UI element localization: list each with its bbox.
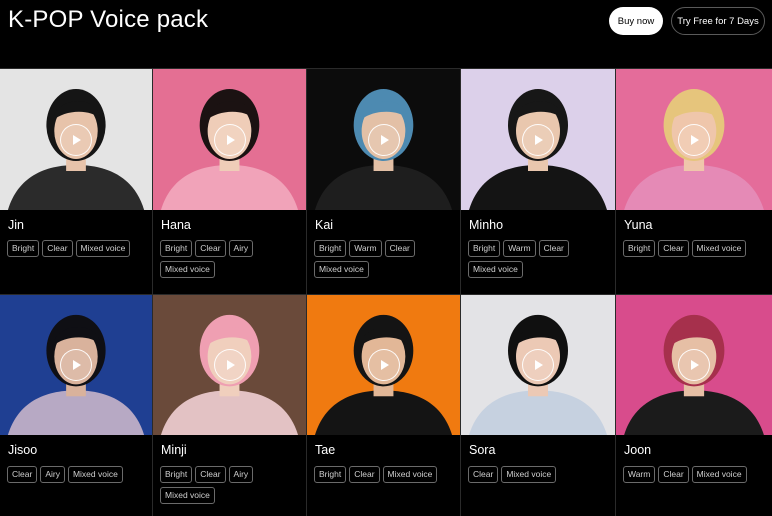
voice-tag: Clear: [42, 240, 73, 257]
voice-photo[interactable]: [307, 69, 460, 210]
voice-tags: Bright Warm Clear Mixed voice: [314, 240, 456, 278]
voice-tag: Bright: [7, 240, 40, 257]
voice-photo[interactable]: [616, 295, 772, 435]
voice-tag: Clear: [195, 240, 226, 257]
voice-tags: Bright Clear Airy Mixed voice: [160, 240, 302, 278]
voice-tag: Clear: [658, 240, 689, 257]
voice-tag: Bright: [314, 466, 347, 483]
voice-tag: Mixed voice: [468, 261, 523, 278]
voice-name: Hana: [161, 218, 191, 232]
voice-tags: Bright Clear Mixed voice: [314, 466, 456, 483]
voice-tags: Clear Airy Mixed voice: [7, 466, 148, 483]
voice-tag: Mixed voice: [67, 466, 123, 483]
voice-tag: Mixed voice: [382, 466, 438, 483]
voice-tag: Warm: [349, 240, 382, 257]
voice-tag: Warm: [503, 240, 536, 257]
voice-card[interactable]: Minho Bright Warm Clear Mixed voice: [461, 69, 616, 295]
voice-card[interactable]: Hana Bright Clear Airy Mixed voice: [153, 69, 307, 295]
play-icon[interactable]: [213, 349, 246, 381]
voice-tags: Warm Clear Mixed voice: [623, 466, 768, 483]
voice-name: Minji: [161, 443, 187, 457]
play-icon[interactable]: [367, 349, 400, 381]
voice-photo[interactable]: [153, 69, 306, 210]
voice-photo[interactable]: [616, 69, 772, 210]
voice-card[interactable]: Kai Bright Warm Clear Mixed voice: [307, 69, 461, 295]
play-icon[interactable]: [522, 123, 554, 156]
voice-tag: Airy: [40, 466, 65, 483]
play-icon[interactable]: [522, 349, 554, 381]
voice-tags: Clear Mixed voice: [468, 466, 611, 483]
voice-tag: Bright: [314, 240, 347, 257]
voice-name: Minho: [469, 218, 504, 232]
play-icon[interactable]: [367, 123, 400, 156]
voice-tag: Clear: [349, 466, 380, 483]
voice-name: Joon: [624, 443, 652, 457]
voice-card[interactable]: Yuna Bright Clear Mixed voice: [616, 69, 772, 295]
voice-tag: Airy: [228, 240, 254, 257]
voice-tags: Bright Clear Airy Mixed voice: [160, 466, 302, 504]
voice-tag: Airy: [228, 466, 254, 483]
voice-tag: Mixed voice: [75, 240, 131, 257]
voice-name: Yuna: [624, 218, 653, 232]
header: K-POP Voice pack Buy now Try Free for 7 …: [0, 0, 772, 68]
voice-photo[interactable]: [307, 295, 460, 435]
voice-tag: Mixed voice: [691, 466, 747, 483]
voice-tag: Warm: [623, 466, 656, 483]
voice-tag: Mixed voice: [160, 261, 215, 278]
voice-photo[interactable]: [0, 295, 152, 435]
voice-card[interactable]: Joon Warm Clear Mixed voice: [616, 295, 772, 516]
page-title: K-POP Voice pack: [8, 6, 209, 33]
voice-tag: Clear: [7, 466, 38, 483]
voice-name: Jin: [8, 218, 24, 232]
voice-photo[interactable]: [153, 295, 306, 435]
voice-name: Kai: [315, 218, 334, 232]
voice-tag: Bright: [160, 240, 193, 257]
free-trial-button[interactable]: Try Free for 7 Days: [671, 7, 765, 35]
voice-tag: Clear: [658, 466, 689, 483]
buy-now-button[interactable]: Buy now: [609, 7, 663, 35]
voice-tag: Clear: [538, 240, 569, 257]
play-icon[interactable]: [60, 123, 92, 156]
voice-photo[interactable]: [0, 69, 152, 210]
voice-tag: Mixed voice: [160, 487, 215, 504]
play-icon[interactable]: [678, 349, 710, 381]
voice-card[interactable]: Jisoo Clear Airy Mixed voice: [0, 295, 153, 516]
play-icon[interactable]: [60, 349, 92, 381]
voice-tags: Bright Clear Mixed voice: [7, 240, 148, 257]
voice-name: Jisoo: [8, 443, 38, 457]
voice-card[interactable]: Tae Bright Clear Mixed voice: [307, 295, 461, 516]
voice-name: Tae: [315, 443, 336, 457]
play-icon[interactable]: [678, 123, 710, 156]
voice-tags: Bright Warm Clear Mixed voice: [468, 240, 611, 278]
voice-tag: Mixed voice: [691, 240, 747, 257]
voice-tag: Bright: [623, 240, 656, 257]
voice-tag: Clear: [468, 466, 499, 483]
voice-tag: Clear: [384, 240, 415, 257]
voice-card[interactable]: Jin Bright Clear Mixed voice: [0, 69, 153, 295]
voice-tag: Mixed voice: [501, 466, 557, 483]
voice-card[interactable]: Sora Clear Mixed voice: [461, 295, 616, 516]
voice-name: Sora: [469, 443, 496, 457]
play-icon[interactable]: [213, 123, 246, 156]
voice-tag: Clear: [195, 466, 226, 483]
voice-tag: Bright: [160, 466, 193, 483]
voice-photo[interactable]: [461, 69, 615, 210]
voice-tag: Bright: [468, 240, 501, 257]
voice-photo[interactable]: [461, 295, 615, 435]
voice-tags: Bright Clear Mixed voice: [623, 240, 768, 257]
voice-tag: Mixed voice: [314, 261, 369, 278]
voice-card[interactable]: Minji Bright Clear Airy Mixed voice: [153, 295, 307, 516]
voice-grid: Jin Bright Clear Mixed voice Hana Bright Clear…: [0, 68, 772, 516]
